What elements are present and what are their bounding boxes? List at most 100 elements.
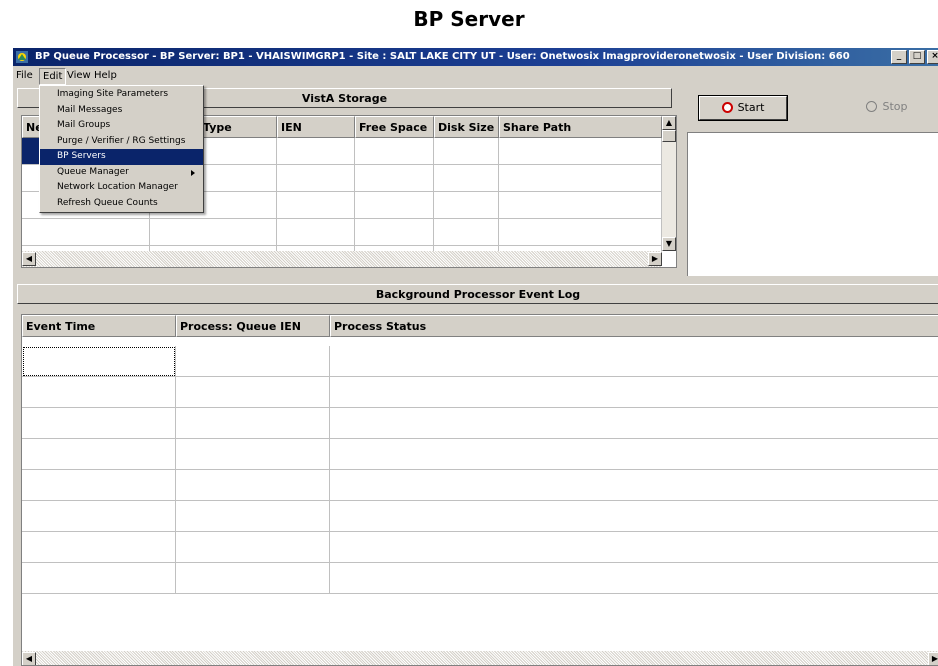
event-log-grid[interactable]: Event Time Process: Queue IEN Process St… [21,314,938,666]
col-header-process-status[interactable]: Process Status [330,315,938,337]
stop-label: Stop [882,100,908,113]
table-row[interactable] [22,470,938,501]
scroll-left-icon[interactable]: ◀ [22,252,36,266]
menu-view[interactable]: View [64,68,94,83]
table-row[interactable] [22,501,938,532]
menu-help[interactable]: Help [91,68,120,83]
table-cell[interactable] [277,219,355,246]
table-cell[interactable] [176,408,330,439]
menu-item-imaging-site-parameters[interactable]: Imaging Site Parameters [40,87,203,103]
minimize-button[interactable]: _ [891,50,907,64]
event-log-header: Background Processor Event Log [17,284,938,304]
menu-item-mail-messages[interactable]: Mail Messages [40,103,203,119]
table-cell[interactable] [176,532,330,563]
scroll-right-icon[interactable]: ▶ [928,652,938,665]
table-cell[interactable] [176,439,330,470]
table-cell[interactable] [22,219,150,246]
col-header-process-queue-ien[interactable]: Process: Queue IEN [176,315,330,337]
table-cell[interactable] [499,219,662,246]
menu-bar: File Edit View Help [13,66,938,85]
table-cell[interactable] [22,470,176,501]
scroll-left-icon[interactable]: ◀ [22,652,36,665]
start-icon [721,102,733,113]
table-cell[interactable] [330,439,938,470]
table-cell[interactable] [434,138,499,165]
stop-button[interactable]: Stop [843,96,931,120]
table-cell[interactable] [355,192,434,219]
table-row[interactable] [22,377,938,408]
table-cell[interactable] [499,138,662,165]
table-row[interactable] [22,563,938,594]
table-cell[interactable] [22,346,176,377]
table-cell[interactable] [330,501,938,532]
col-header-ien[interactable]: IEN [277,116,355,138]
table-cell[interactable] [330,346,938,377]
table-cell[interactable] [176,501,330,532]
table-cell[interactable] [330,563,938,594]
table-cell[interactable] [330,532,938,563]
table-cell[interactable] [176,346,330,377]
table-cell[interactable] [22,377,176,408]
menu-item-refresh-queue-counts[interactable]: Refresh Queue Counts [40,196,203,212]
table-cell[interactable] [434,192,499,219]
table-cell[interactable] [176,377,330,408]
table-cell[interactable] [355,165,434,192]
table-cell[interactable] [277,165,355,192]
table-row[interactable] [22,408,938,439]
menu-item-mail-groups[interactable]: Mail Groups [40,118,203,134]
table-cell[interactable] [176,470,330,501]
storage-horizontal-scrollbar[interactable]: ◀ ▶ [22,251,662,267]
app-icon [16,51,28,63]
menu-item-network-location-manager[interactable]: Network Location Manager [40,180,203,196]
table-cell[interactable] [499,165,662,192]
table-cell[interactable] [22,439,176,470]
menu-item-queue-manager[interactable]: Queue Manager [40,165,203,181]
title-bar[interactable]: BP Queue Processor - BP Server: BP1 - VH… [13,48,938,66]
table-cell[interactable] [434,165,499,192]
table-cell[interactable] [22,408,176,439]
table-cell[interactable] [355,138,434,165]
maximize-button[interactable]: □ [909,50,925,64]
menu-file[interactable]: File [13,68,36,83]
storage-vertical-scrollbar[interactable]: ▲ ▼ [662,116,676,251]
table-cell[interactable] [150,219,277,246]
col-header-share-path[interactable]: Share Path [499,116,662,138]
table-cell[interactable] [277,138,355,165]
event-log-horizontal-scrollbar[interactable]: ◀ ▶ [22,651,938,665]
col-header-disk-size[interactable]: Disk Size [434,116,499,138]
status-output-area [687,132,938,276]
menu-item-bp-servers[interactable]: BP Servers [40,149,203,165]
table-cell[interactable] [330,408,938,439]
scroll-thumb[interactable] [662,130,676,142]
col-header-event-time[interactable]: Event Time [22,315,176,337]
table-cell[interactable] [277,192,355,219]
table-row[interactable] [22,346,938,377]
table-cell[interactable] [176,563,330,594]
table-cell[interactable] [330,470,938,501]
table-cell[interactable] [499,192,662,219]
app-window: BP Queue Processor - BP Server: BP1 - VH… [12,48,938,666]
table-row[interactable] [22,439,938,470]
table-row[interactable] [22,219,662,246]
edit-menu-dropdown: Imaging Site Parameters Mail Messages Ma… [39,85,204,213]
start-button[interactable]: Start [698,95,788,121]
table-cell[interactable] [22,563,176,594]
scroll-up-icon[interactable]: ▲ [662,116,676,130]
table-cell[interactable] [434,219,499,246]
page-heading: BP Server [413,7,525,31]
col-header-free-space[interactable]: Free Space [355,116,434,138]
table-row[interactable] [22,532,938,563]
menu-edit[interactable]: Edit [39,68,67,85]
scroll-down-icon[interactable]: ▼ [662,237,676,251]
submenu-arrow-icon [191,169,195,176]
table-cell[interactable] [355,219,434,246]
scroll-right-icon[interactable]: ▶ [648,252,662,266]
menu-item-purge-verifier-rg-settings[interactable]: Purge / Verifier / RG Settings [40,134,203,150]
table-cell[interactable] [22,501,176,532]
table-cell[interactable] [330,377,938,408]
event-log-title: Background Processor Event Log [375,288,581,301]
window-title: BP Queue Processor - BP Server: BP1 - VH… [35,51,850,62]
close-button[interactable]: × [927,50,938,64]
menu-item-queue-manager-label: Queue Manager [57,166,129,177]
table-cell[interactable] [22,532,176,563]
